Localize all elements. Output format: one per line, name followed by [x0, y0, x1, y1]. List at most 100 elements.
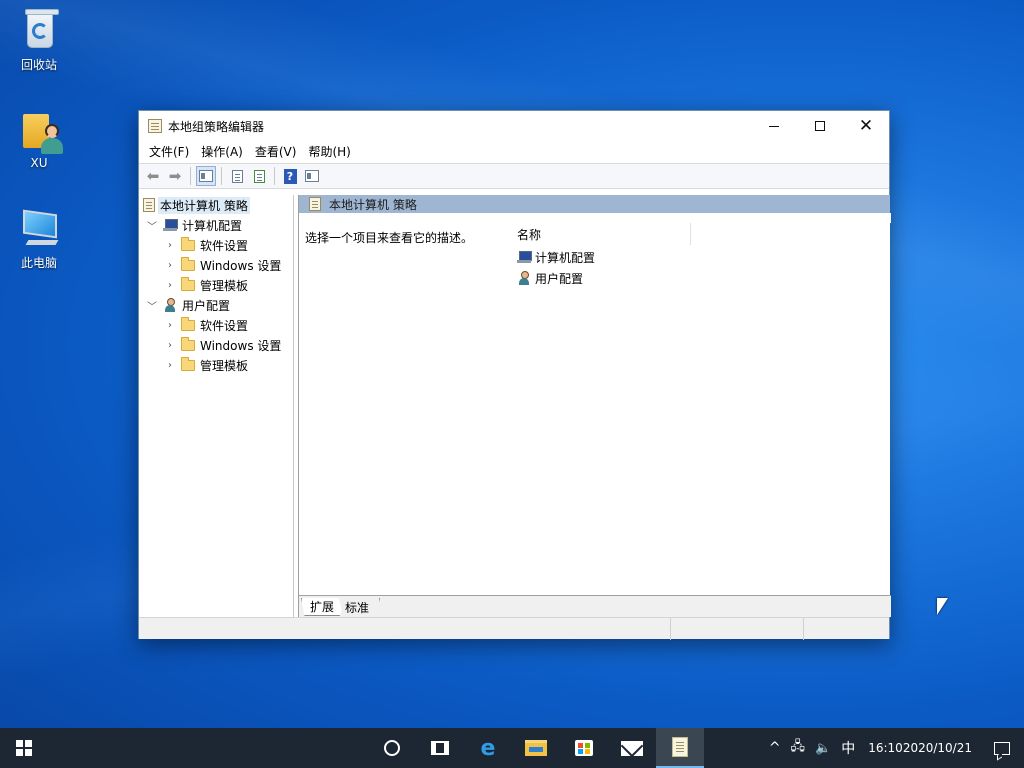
tree-item-label: 本地计算机 策略 [158, 196, 250, 214]
mouse-cursor [937, 598, 948, 615]
recycle-bin-icon [17, 8, 61, 52]
folder-icon [181, 356, 195, 371]
menu-bar: 文件(F) 操作(A) 查看(V) 帮助(H) [139, 141, 889, 163]
task-view-button[interactable] [416, 728, 464, 768]
desktop-icon-user-folder[interactable]: XU [6, 108, 72, 170]
gpedit-taskbar-button[interactable] [656, 728, 704, 768]
tree-item-user-config[interactable]: ﹀ 用户配置 [139, 295, 293, 315]
tree-item-admin-templates[interactable]: › 管理模板 [139, 275, 293, 295]
gpedit-window: 本地组策略编辑器 ✕ 文件(F) 操作(A) 查看(V) 帮助(H) ⬅ ➡ ?… [138, 110, 891, 640]
maximize-icon [815, 121, 825, 131]
tree-item-computer-config[interactable]: ﹀ 计算机配置 [139, 215, 293, 235]
clock-date: 2020/10/21 [902, 741, 972, 755]
content-header-title: 本地计算机 策略 [329, 197, 417, 212]
user-icon [517, 271, 531, 285]
tab-standard[interactable]: 标准 [339, 598, 381, 616]
tree-item-label: 软件设置 [200, 238, 249, 253]
menu-help[interactable]: 帮助(H) [302, 141, 356, 163]
tray-overflow-button[interactable]: ^ [764, 728, 786, 768]
tree-item-label: 计算机配置 [182, 218, 243, 233]
tree-item-label: Windows 设置 [200, 338, 282, 353]
volume-button[interactable]: 🔈 [810, 728, 836, 768]
chevron-right-icon[interactable]: › [163, 340, 177, 351]
chevron-right-icon[interactable]: › [163, 260, 177, 271]
export-list-icon [253, 169, 265, 183]
tree-item-label: 管理模板 [200, 278, 249, 293]
action-center-button[interactable] [980, 728, 1024, 768]
forward-button[interactable]: ➡ [165, 166, 185, 186]
mail-button[interactable] [608, 728, 656, 768]
close-button[interactable]: ✕ [843, 111, 889, 141]
back-button[interactable]: ⬅ [143, 166, 163, 186]
close-icon: ✕ [858, 115, 874, 136]
volume-icon: 🔈 [815, 740, 832, 756]
list-item-computer-config[interactable]: 计算机配置 [517, 247, 595, 267]
chevron-down-icon[interactable]: ﹀ [145, 298, 159, 313]
menu-file[interactable]: 文件(F) [143, 141, 195, 163]
desktop-icon-label: 回收站 [20, 58, 57, 72]
computer-icon [163, 219, 178, 231]
properties-icon [231, 169, 243, 183]
export-list-button[interactable] [249, 166, 269, 186]
tree-item-windows-settings[interactable]: › Windows 设置 [139, 335, 293, 355]
tree-item-windows-settings[interactable]: › Windows 设置 [139, 255, 293, 275]
cortana-button[interactable] [368, 728, 416, 768]
taskbar: e ^ 🖧 🔈 中 16:10 2020/10/21 [0, 728, 1024, 768]
policy-doc-icon [143, 198, 155, 212]
tree-item-software-settings[interactable]: › 软件设置 [139, 235, 293, 255]
help-icon: ? [283, 168, 297, 184]
show-hide-action-pane-button[interactable] [302, 166, 322, 186]
clock-time: 16:10 [868, 741, 903, 755]
tree-item-local-computer-policy[interactable]: 本地计算机 策略 [139, 195, 293, 215]
user-icon [163, 298, 177, 312]
chevron-right-icon[interactable]: › [163, 320, 177, 331]
help-button[interactable]: ? [280, 166, 300, 186]
tree-item-label: Windows 设置 [200, 258, 282, 273]
status-segment [803, 618, 889, 640]
maximize-button[interactable] [797, 111, 843, 141]
ime-indicator[interactable]: 中 [836, 728, 860, 768]
tree-item-label: 软件设置 [200, 318, 249, 333]
toolbar-separator [274, 167, 275, 185]
content-pane: 本地计算机 策略 选择一个项目来查看它的描述。 名称 计算机配置 用户配置 扩展… [298, 195, 891, 617]
edge-button[interactable]: e [464, 728, 512, 768]
folder-icon [181, 276, 195, 291]
column-header-name[interactable]: 名称 [513, 223, 691, 245]
tab-extended[interactable]: 扩展 [301, 598, 346, 616]
tree-item-admin-templates[interactable]: › 管理模板 [139, 355, 293, 375]
tree-item-software-settings[interactable]: › 软件设置 [139, 315, 293, 335]
title-bar[interactable]: 本地组策略编辑器 ✕ [139, 111, 889, 141]
cortana-icon [384, 740, 400, 756]
chevron-right-icon[interactable]: › [163, 280, 177, 291]
chevron-up-icon: ^ [768, 740, 781, 756]
minimize-button[interactable] [751, 111, 797, 141]
folder-icon [181, 336, 195, 351]
menu-action[interactable]: 操作(A) [195, 141, 249, 163]
desktop-icon-this-pc[interactable]: 此电脑 [6, 206, 72, 271]
list-item-label: 用户配置 [535, 271, 584, 286]
folder-icon [181, 256, 195, 271]
desktop-icon-label: XU [30, 156, 48, 170]
start-icon [16, 740, 32, 756]
mail-icon [621, 740, 643, 756]
window-title: 本地组策略编辑器 [168, 119, 265, 134]
file-explorer-button[interactable] [512, 728, 560, 768]
group-policy-editor-icon [672, 737, 688, 757]
chevron-right-icon[interactable]: › [163, 240, 177, 251]
clock[interactable]: 16:10 2020/10/21 [860, 728, 980, 768]
store-button[interactable] [560, 728, 608, 768]
chevron-down-icon[interactable]: ﹀ [145, 218, 159, 233]
toolbar-separator [190, 167, 191, 185]
show-hide-tree-icon [199, 170, 213, 182]
properties-button[interactable] [227, 166, 247, 186]
network-button[interactable]: 🖧 [786, 728, 811, 768]
list-item-user-config[interactable]: 用户配置 [517, 268, 583, 288]
gpedit-app-icon [148, 119, 162, 133]
chevron-right-icon[interactable]: › [163, 360, 177, 371]
menu-view[interactable]: 查看(V) [249, 141, 303, 163]
status-segment [670, 618, 803, 640]
desktop-icon-recycle-bin[interactable]: 回收站 [6, 8, 72, 73]
start-button[interactable] [0, 728, 48, 768]
show-hide-tree-button[interactable] [196, 166, 216, 186]
tree-item-label: 管理模板 [200, 358, 249, 373]
